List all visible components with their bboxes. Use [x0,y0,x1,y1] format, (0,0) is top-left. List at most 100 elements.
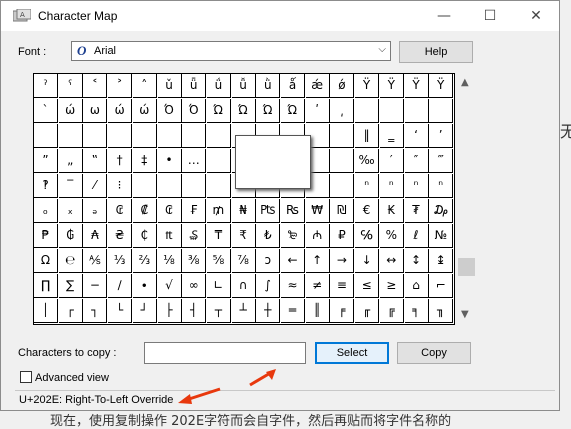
char-cell[interactable]: • [157,149,182,173]
char-cell[interactable]: ǽ [305,74,330,98]
char-cell[interactable]: ┴ [231,299,256,323]
char-cell[interactable]: ⅍ [83,249,108,273]
char-cell[interactable]: ≡ [330,274,355,298]
char-cell[interactable]: ˂ [83,74,108,98]
char-cell[interactable]: ┌ [58,299,83,323]
char-cell[interactable]: ‰ [355,149,380,173]
char-cell[interactable]: ₪ [330,199,355,223]
char-cell[interactable]: ₨ [281,199,305,223]
char-cell[interactable]: ╖ [429,299,454,323]
char-cell[interactable]: ╕ [404,299,429,323]
char-cell[interactable]: ǚ [231,74,256,98]
char-cell[interactable]: ↔ [379,249,404,273]
char-cell[interactable]: ═ [281,299,305,323]
char-cell[interactable]: ∕ [108,274,133,298]
char-cell[interactable]: ╓ [355,299,380,323]
char-cell[interactable]: ₸ [206,224,231,248]
char-cell[interactable]: ₮ [404,199,429,223]
char-cell[interactable]: ǘ [206,74,231,98]
char-cell[interactable]: ” [34,149,58,173]
char-cell[interactable]: ω [83,99,108,123]
char-cell[interactable] [108,124,133,148]
char-cell[interactable]: Ÿ [379,74,404,98]
char-cell[interactable]: € [355,199,380,223]
char-cell[interactable]: ǿ [330,74,355,98]
char-cell[interactable]: ˄ [132,74,157,98]
char-cell[interactable]: ₶ [157,224,182,248]
char-cell[interactable]: ₱ [34,224,58,248]
char-cell[interactable]: ₻ [281,224,305,248]
char-cell[interactable]: ώ [132,99,157,123]
char-cell[interactable]: Ώ [206,99,231,123]
char-cell[interactable]: ⌐ [429,274,454,298]
character-grid[interactable]: ˀ ˁ ˂ ˃ ˄ ǔ ǖ ǘ ǚ ǜ ǻ ǽ ǿ Ÿ Ÿ Ÿ Ÿ ˋ ώ ω ώ ώ Ό Ό Ώ Ώ Ώ Ώ ʹ ͵ ‖ ‗ ‘’” „ ‟ † ‡ •… [33,73,455,325]
char-cell[interactable]: ∩ [231,274,256,298]
scroll-up-icon[interactable]: ▲ [461,77,469,88]
char-cell[interactable]: ₳ [83,224,108,248]
char-cell[interactable]: ⁝ [108,174,133,198]
char-cell[interactable]: ‽ [34,174,58,198]
char-cell[interactable]: ‟ [83,149,108,173]
char-cell[interactable]: ʹ [305,99,330,123]
minimize-button[interactable]: — [421,1,467,31]
char-cell[interactable]: ǜ [256,74,281,98]
char-cell[interactable]: ₧ [256,199,281,223]
char-cell[interactable]: └ [108,299,133,323]
char-cell[interactable]: ← [281,249,305,273]
char-cell[interactable]: ≠ [305,274,330,298]
char-cell[interactable]: ┤ [182,299,207,323]
char-cell[interactable]: ╒ [330,299,355,323]
char-cell[interactable] [58,124,83,148]
char-cell[interactable]: ₒ [34,199,58,223]
char-cell[interactable]: ↨ [429,249,454,273]
char-cell[interactable]: ┼ [256,299,281,323]
char-cell[interactable]: ₺ [256,224,281,248]
char-cell[interactable]: ┘ [132,299,157,323]
char-cell[interactable]: … [182,149,207,173]
char-cell[interactable]: ˋ [34,99,58,123]
char-cell[interactable]: ώ [58,99,83,123]
char-cell[interactable]: ≥ [379,274,404,298]
char-cell[interactable]: ‴ [429,149,454,173]
char-cell[interactable]: ₦ [231,199,256,223]
char-cell[interactable] [182,124,207,148]
char-cell[interactable]: Ÿ [404,74,429,98]
char-cell[interactable]: ⌂ [404,274,429,298]
char-cell[interactable]: ǖ [182,74,207,98]
char-cell[interactable]: ’ [429,124,454,148]
char-cell[interactable]: ₭ [379,199,404,223]
advanced-view-label[interactable]: Advanced view [35,372,109,384]
characters-to-copy-field[interactable] [144,342,306,364]
char-cell[interactable]: ₓ [58,199,83,223]
char-cell[interactable]: ₽ [330,224,355,248]
char-cell[interactable]: ℓ [404,224,429,248]
char-cell[interactable]: Ό [182,99,207,123]
char-cell[interactable] [182,174,207,198]
char-cell[interactable]: Ώ [256,99,281,123]
char-cell[interactable]: ‾ [58,174,83,198]
char-cell[interactable]: „ [58,149,83,173]
char-cell[interactable]: ₣ [182,199,207,223]
char-cell[interactable] [206,174,231,198]
char-cell[interactable]: Ÿ [429,74,454,98]
char-cell[interactable]: ∞ [182,274,207,298]
char-cell[interactable] [83,124,108,148]
char-cell[interactable]: Ω [34,249,58,273]
char-cell[interactable]: ∙ [132,274,157,298]
char-cell[interactable]: ↑ [305,249,330,273]
char-cell[interactable]: ₯ [429,199,454,223]
char-cell[interactable]: ₼ [305,224,330,248]
char-cell[interactable]: ℅ [355,224,380,248]
char-cell[interactable]: ⁿ [404,174,429,198]
char-cell[interactable]: ‡ [132,149,157,173]
char-cell[interactable]: Ώ [231,99,256,123]
char-cell[interactable] [34,124,58,148]
char-cell[interactable]: № [429,224,454,248]
char-cell[interactable] [132,174,157,198]
grid-scrollbar[interactable]: ▲ ▼ [457,73,476,325]
chevron-down-icon[interactable]: ⌵ [378,44,386,55]
char-cell[interactable]: ˀ [34,74,58,98]
font-combobox[interactable]: O Arial ⌵ [71,41,391,61]
char-cell[interactable]: ₩ [305,199,330,223]
char-cell[interactable]: ≈ [281,274,305,298]
